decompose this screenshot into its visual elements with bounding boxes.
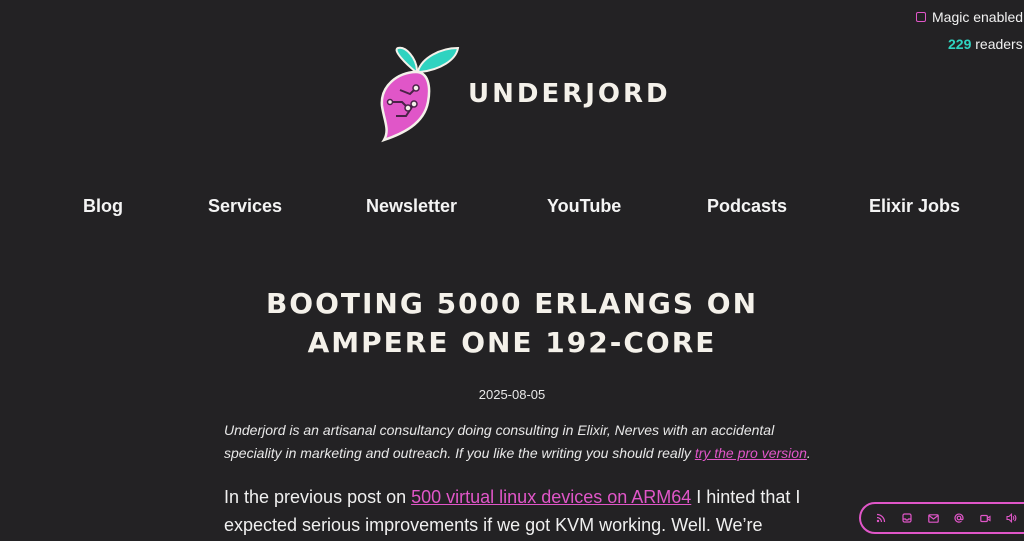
previous-post-link[interactable]: 500 virtual linux devices on ARM64 — [411, 487, 691, 507]
intro-text: Underjord is an artisanal consultancy do… — [224, 422, 775, 461]
magic-toggle[interactable]: Magic enabled — [916, 9, 1023, 25]
site-logo[interactable]: UNDERJORD — [376, 44, 671, 144]
nav-blog[interactable]: Blog — [83, 196, 123, 217]
main-nav: Blog Services Newsletter YouTube Podcast… — [0, 196, 1024, 220]
inbox-icon[interactable] — [899, 510, 915, 526]
speaker-icon[interactable] — [1003, 510, 1019, 526]
magic-label: Magic enabled — [932, 9, 1024, 25]
share-toolbar — [859, 502, 1024, 534]
post-title-line1: BOOTING 5000 ERLANGS ON — [265, 287, 759, 320]
post-intro: Underjord is an artisanal consultancy do… — [224, 419, 814, 465]
body-prefix: In the previous post on — [224, 487, 412, 507]
mail-icon[interactable] — [925, 510, 941, 526]
page: Magic enabled 229 readers UNDERJORD Blog… — [0, 0, 1024, 541]
video-icon[interactable] — [977, 510, 993, 526]
status-panel: Magic enabled 229 readers — [916, 9, 1024, 59]
readers-number: 229 — [948, 36, 972, 52]
nav-elixir-jobs[interactable]: Elixir Jobs — [869, 196, 960, 217]
nav-services[interactable]: Services — [208, 196, 282, 217]
post-title-line2: AMPERE ONE 192-CORE — [307, 326, 717, 359]
intro-end: . — [806, 445, 811, 461]
rss-icon[interactable] — [873, 510, 889, 526]
pro-version-link[interactable]: try the pro version — [695, 445, 807, 461]
at-icon[interactable] — [951, 510, 967, 526]
site-name: UNDERJORD — [468, 79, 671, 109]
nav-newsletter[interactable]: Newsletter — [366, 196, 457, 217]
radish-logo-icon — [380, 46, 460, 143]
nav-youtube[interactable]: YouTube — [547, 196, 621, 217]
readers-label: readers — [975, 36, 1023, 52]
post-body: In the previous post on 500 virtual linu… — [224, 483, 814, 539]
readers-count: 229 readers — [948, 36, 1023, 52]
post-date: 2025-08-05 — [478, 387, 546, 402]
post-title: BOOTING 5000 ERLANGS ON AMPERE ONE 192-C… — [212, 284, 812, 362]
magic-checkbox[interactable] — [916, 12, 926, 22]
nav-podcasts[interactable]: Podcasts — [707, 196, 787, 217]
